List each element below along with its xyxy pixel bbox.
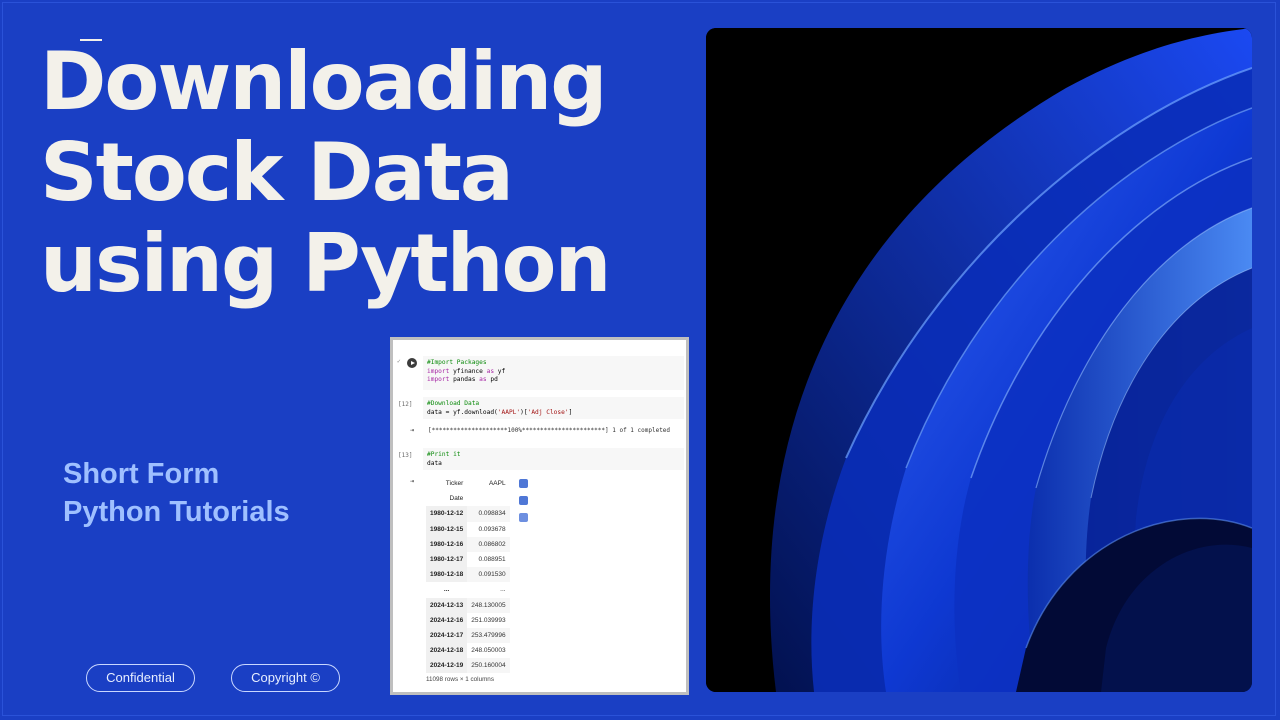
code-keyword: as [486,367,495,375]
row-value: 0.086802 [467,536,510,552]
row-value: 251.039993 [471,616,506,624]
row-date: 1980-12-12 [426,506,468,522]
magic-wand-icon [519,513,528,522]
code-text: pd [486,376,498,383]
code-text: yfinance [449,367,487,375]
table-row: 1980-12-12 0.098834 [426,506,510,522]
row-value: 0.093678 [478,525,506,533]
row-date: 2024-12-18 [426,643,468,659]
index-name: Date [449,495,464,503]
row-value: 0.088951 [478,556,506,564]
index-name-row: Date [426,491,510,506]
output-actions [519,479,529,530]
title-line-2: Stock Data [40,126,514,219]
column-header-ticker: Ticker [445,480,464,488]
notebook-screenshot: ✓ #Import Packages import yfinance as yf… [390,337,689,695]
table-row: 2024-12-19 250.160004 [426,658,510,674]
table-row: 2024-12-18 248.050003 [426,643,510,659]
confidential-badge: Confidential [86,664,195,692]
table-row: 1980-12-17 0.088951 [426,551,510,568]
table-row: 1980-12-15 0.093678 [426,521,510,537]
table-row: 2024-12-17 253.479996 [426,627,510,644]
code-comment: #Import Packages [427,359,487,366]
row-date: 2024-12-19 [426,658,468,674]
output-arrow-icon: ⇥ [410,477,415,485]
row-date: 1980-12-15 [426,521,468,537]
title-dash [80,39,102,41]
code-text: data = yf.download( [427,408,498,416]
table-icon [519,479,528,488]
subtitle: Short Form Python Tutorials [63,455,290,531]
table-row: 2024-12-16 251.039993 [426,612,510,628]
row-date: 1980-12-16 [426,536,468,552]
execution-count: [13] [398,452,413,459]
code-cell-imports: ✓ #Import Packages import yfinance as yf… [393,352,686,392]
code-text: ] [568,408,573,416]
run-cell-icon [407,358,417,368]
row-value: 253.479996 [467,627,510,644]
code-comment: #Download Data [427,400,480,407]
row-date: 2024-12-13 [426,597,468,613]
row-value: 248.130005 [467,597,510,613]
row-date: 2024-12-16 [426,612,468,628]
code-text: yf [494,367,506,375]
dataframe-table: Ticker AAPL Date 1980-12-12 0.098834 198… [426,476,510,674]
row-value: 0.098834 [467,506,510,522]
code-text: )[ [520,408,528,416]
table-header-row: Ticker AAPL [426,476,510,491]
code-string: 'Adj Close' [527,408,569,416]
cell-collapse-icon: ✓ [397,358,401,365]
row-value: 248.050003 [471,647,506,655]
subtitle-line-2: Python Tutorials [63,496,290,528]
cell-editor: #Print it data [423,448,684,470]
row-date: 1980-12-18 [426,567,468,583]
code-string: 'AAPL' [497,408,521,416]
column-header-aapl: AAPL [488,480,506,488]
row-value: 0.091530 [467,567,510,583]
table-ellipsis-row: ... ... [426,582,510,598]
ellipsis-cell: ... [500,586,506,594]
code-text: pandas [449,376,480,383]
subtitle-line-1: Short Form [63,458,220,490]
row-date: 2024-12-17 [426,627,468,644]
code-text: data [427,459,442,467]
row-date: 1980-12-17 [426,551,468,568]
title-line-3: using Python [40,217,611,310]
execution-count: [12] [398,401,413,408]
download-progress: [*********************100%**************… [428,427,671,434]
table-row: 2024-12-13 248.130005 [426,597,510,613]
code-comment: #Print it [427,451,461,458]
ellipsis-cell: ... [426,582,468,598]
table-row: 1980-12-18 0.091530 [426,567,510,583]
cell-editor: #Download Data data = yf.download('AAPL'… [423,397,684,419]
dataframe-shape: 11098 rows × 1 columns [426,676,494,683]
title-line-1: Downloading [40,35,608,128]
code-keyword: as [479,376,487,383]
page-title: Downloading Stock Data using Python [40,35,611,310]
row-value: 250.160004 [467,658,510,674]
blue-swirl-wallpaper [706,28,1252,692]
table-row: 1980-12-16 0.086802 [426,536,510,552]
code-keyword: import [427,376,450,383]
output-arrow-icon: ⇥ [410,426,415,434]
code-keyword: import [427,367,450,375]
chart-icon [519,496,528,505]
cell-editor: #Import Packages import yfinance as yf i… [423,356,684,390]
code-cell-download: [12] #Download Data data = yf.download('… [393,396,686,444]
copyright-badge: Copyright © [231,664,340,692]
